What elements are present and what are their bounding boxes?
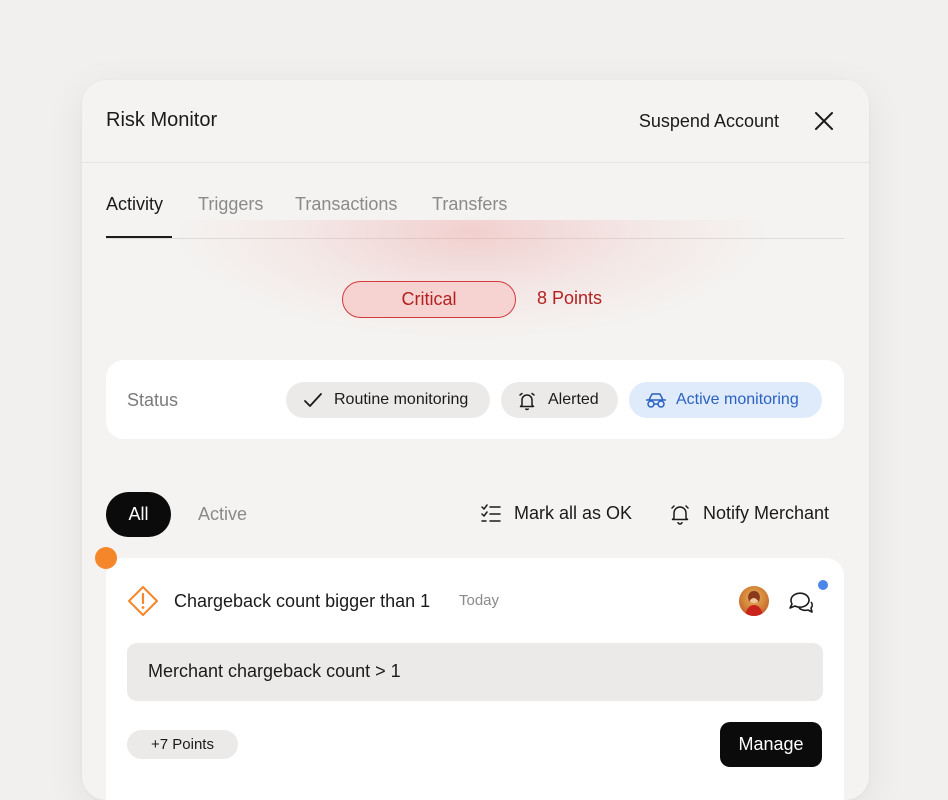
comments-icon[interactable] xyxy=(787,587,815,615)
alert-title: Chargeback count bigger than 1 xyxy=(174,591,431,611)
alert-date: Today xyxy=(459,592,500,609)
binoculars-icon xyxy=(646,393,666,408)
unread-indicator xyxy=(818,580,828,590)
close-icon[interactable] xyxy=(813,110,835,132)
action-label: Mark all as OK xyxy=(514,503,633,523)
tab-transfers[interactable]: Transfers xyxy=(432,194,507,215)
avatar[interactable] xyxy=(739,586,769,616)
bell-icon xyxy=(519,392,535,411)
filter-all-button[interactable]: All xyxy=(106,492,171,537)
filter-active-button[interactable]: Active xyxy=(198,504,247,525)
mark-all-ok-button[interactable]: Mark all as OK xyxy=(480,503,642,527)
tab-triggers[interactable]: Triggers xyxy=(198,194,263,215)
status-card: Status Routine monitoring Alerted Active… xyxy=(106,360,844,439)
chip-label: Alerted xyxy=(548,391,599,408)
risk-monitor-panel: Risk Monitor Suspend Account Activity Tr… xyxy=(82,80,869,800)
check-icon xyxy=(304,393,322,407)
condition-box: Merchant chargeback count > 1 xyxy=(127,643,823,701)
checklist-icon xyxy=(481,504,501,522)
risk-points: 8 Points xyxy=(537,288,603,308)
tab-bar: Activity Triggers Transactions Transfers xyxy=(106,194,844,239)
status-label: Status xyxy=(127,390,179,410)
risk-level-badge: Critical xyxy=(342,281,516,318)
chip-label: Routine monitoring xyxy=(334,391,469,408)
chip-label: Active monitoring xyxy=(676,391,799,408)
tab-activity[interactable]: Activity xyxy=(106,194,163,215)
tab-transactions[interactable]: Transactions xyxy=(295,194,397,215)
status-chip-alerted[interactable]: Alerted xyxy=(501,382,618,418)
manage-button[interactable]: Manage xyxy=(720,722,822,767)
notify-merchant-button[interactable]: Notify Merchant xyxy=(669,503,844,527)
status-chip-routine-monitoring[interactable]: Routine monitoring xyxy=(286,382,490,418)
panel-header: Risk Monitor Suspend Account xyxy=(82,80,869,163)
alert-card: Chargeback count bigger than 1 Today Mer… xyxy=(106,558,844,800)
active-tab-indicator xyxy=(106,236,172,238)
avatar-person-icon xyxy=(745,591,763,616)
page-title: Risk Monitor xyxy=(106,109,218,131)
condition-text: Merchant chargeback count > 1 xyxy=(148,661,401,681)
bell-icon xyxy=(671,505,689,525)
points-badge: +7 Points xyxy=(127,730,238,759)
action-label: Notify Merchant xyxy=(703,503,830,523)
status-indicator-dot xyxy=(95,547,117,569)
suspend-account-button[interactable]: Suspend Account xyxy=(639,111,779,132)
status-chip-active-monitoring[interactable]: Active monitoring xyxy=(629,382,822,418)
warning-icon xyxy=(128,586,158,616)
